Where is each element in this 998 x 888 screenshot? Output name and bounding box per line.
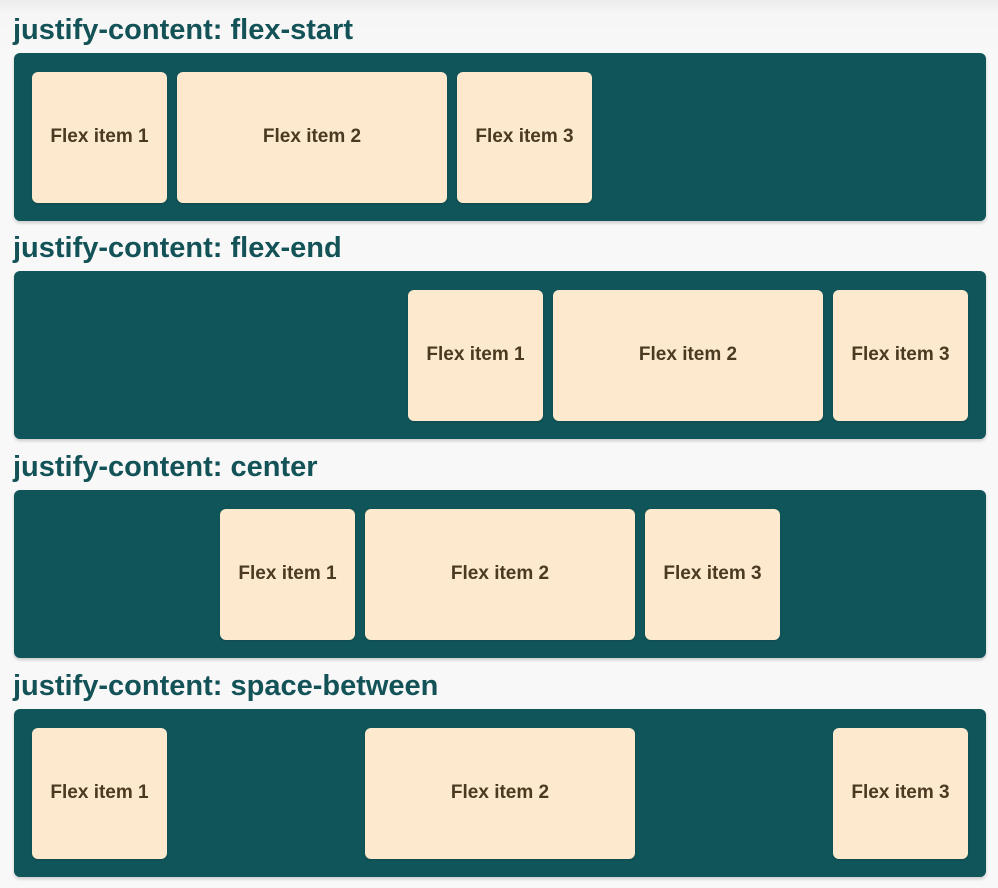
- flex-item-1: Flex item 1: [408, 289, 543, 421]
- flex-item-3: Flex item 3: [833, 289, 968, 421]
- flex-item-label: Flex item 3: [851, 782, 950, 803]
- flex-item-label: Flex item 3: [851, 344, 950, 365]
- flex-item-3: Flex item 3: [833, 727, 968, 859]
- flex-item-label: Flex item 2: [450, 563, 550, 584]
- flex-item-2: Flex item 2: [365, 727, 635, 859]
- flex-item-2: Flex item 2: [365, 508, 635, 640]
- flex-container: Flex item 1 Flex item 2 Flex item 3: [14, 490, 986, 658]
- flex-item-label: Flex item 3: [475, 126, 574, 147]
- flex-item-1: Flex item 1: [32, 727, 167, 859]
- section-heading: justify-content: center: [13, 451, 318, 483]
- flex-container: Flex item 1 Flex item 2 Flex item 3: [14, 709, 986, 877]
- flex-item-3: Flex item 3: [645, 508, 780, 640]
- flex-item-label: Flex item 1: [50, 126, 149, 147]
- flex-item-label: Flex item 1: [50, 782, 149, 803]
- flex-item-label: Flex item 2: [262, 126, 362, 147]
- flex-item-1: Flex item 1: [220, 508, 355, 640]
- section-heading: justify-content: flex-end: [13, 232, 342, 264]
- flex-item-2: Flex item 2: [177, 71, 447, 203]
- flex-item-label: Flex item 2: [450, 782, 550, 803]
- section-heading: justify-content: flex-start: [13, 14, 353, 46]
- flex-item-label: Flex item 1: [238, 563, 337, 584]
- flex-item-1: Flex item 1: [32, 71, 167, 203]
- flex-item-3: Flex item 3: [457, 71, 592, 203]
- flex-container: Flex item 1 Flex item 2 Flex item 3: [14, 53, 986, 221]
- flex-item-label: Flex item 2: [638, 344, 738, 365]
- flex-item-2: Flex item 2: [553, 289, 823, 421]
- flex-item-label: Flex item 1: [426, 344, 525, 365]
- flex-container: Flex item 1 Flex item 2 Flex item 3: [14, 271, 986, 439]
- flex-item-label: Flex item 3: [663, 563, 762, 584]
- section-heading: justify-content: space-between: [13, 670, 439, 702]
